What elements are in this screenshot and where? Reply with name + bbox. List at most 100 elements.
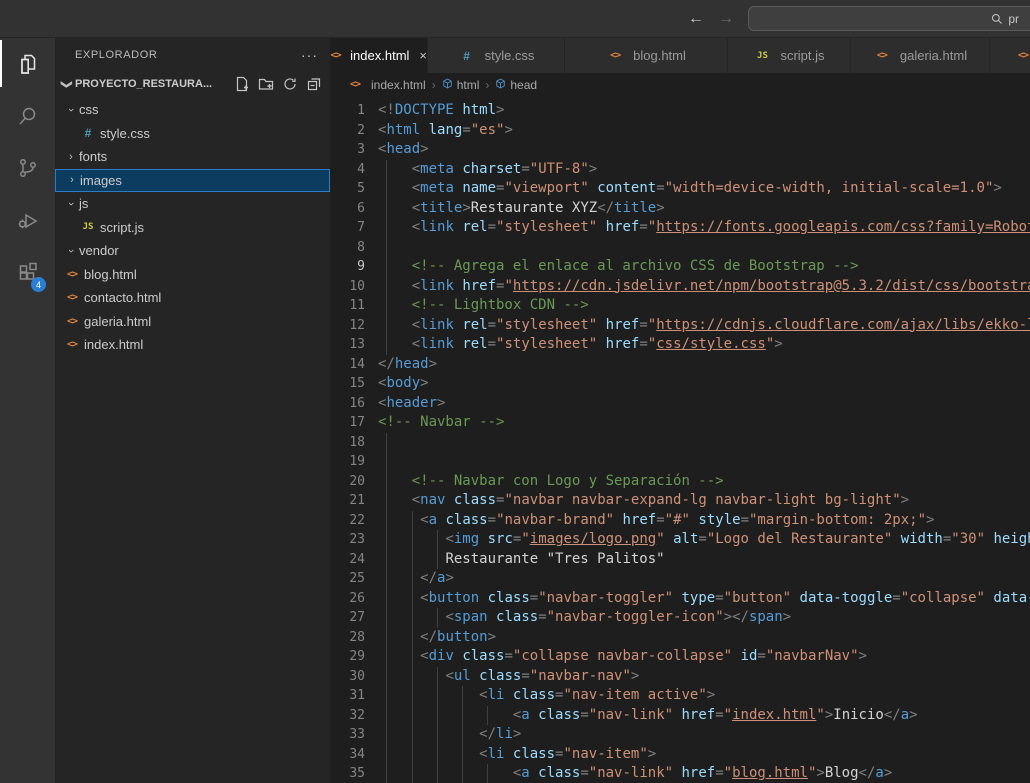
refresh-icon[interactable]: [282, 76, 298, 92]
activity-run-debug[interactable]: [0, 194, 55, 246]
code-line-30[interactable]: 30 <ul class="navbar-nav">: [330, 667, 1030, 687]
code-line-18[interactable]: 18: [330, 433, 1030, 453]
line-content: <button class="navbar-toggler" type="but…: [378, 589, 1030, 609]
indent-guide: [386, 491, 387, 511]
file-style-css[interactable]: #style.css: [55, 122, 330, 146]
indent-guide: [386, 725, 387, 745]
collapse-all-icon[interactable]: [306, 76, 322, 92]
folder-css[interactable]: ›css: [55, 98, 330, 122]
code-line-29[interactable]: 29 <div class="collapse navbar-collapse"…: [330, 647, 1030, 667]
indent-guide: [437, 725, 438, 745]
line-content: <span class="navbar-toggler-icon"></span…: [378, 608, 791, 628]
line-content: <link rel="stylesheet" href="https://cdn…: [378, 316, 1030, 336]
activity-explorer[interactable]: [0, 38, 55, 90]
code-line-6[interactable]: 6 <title>Restaurante XYZ</title>: [330, 199, 1030, 219]
code-line-32[interactable]: 32 <a class="nav-link" href="index.html"…: [330, 706, 1030, 726]
tree-item-label: images: [80, 173, 122, 188]
code-line-22[interactable]: 22 <a class="navbar-brand" href="#" styl…: [330, 511, 1030, 531]
symbol-cube-icon: [442, 78, 453, 92]
line-number: 22: [330, 511, 365, 531]
activity-search[interactable]: [0, 90, 55, 142]
code-line-21[interactable]: 21 <nav class="navbar navbar-expand-lg n…: [330, 491, 1030, 511]
more-actions-icon[interactable]: ···: [301, 47, 318, 63]
file-script-js[interactable]: JSscript.js: [55, 216, 330, 240]
code-line-8[interactable]: 8: [330, 238, 1030, 258]
code-line-3[interactable]: 3<head>: [330, 140, 1030, 160]
code-line-25[interactable]: 25 </a>: [330, 569, 1030, 589]
tab-style.css[interactable]: #style.css: [428, 38, 565, 73]
project-root-row[interactable]: ❯ PROYECTO_RESTAURA...: [55, 72, 330, 96]
file-index-html[interactable]: <>index.html: [55, 333, 330, 357]
folder-vendor[interactable]: ›vendor: [55, 239, 330, 263]
back-arrow-icon[interactable]: ←: [688, 10, 704, 28]
code-line-31[interactable]: 31 <li class="nav-item active">: [330, 686, 1030, 706]
code-line-34[interactable]: 34 <li class="nav-item">: [330, 745, 1030, 765]
html-file-icon: <>: [330, 50, 341, 61]
indent-guide: [386, 745, 387, 765]
code-line-2[interactable]: 2<html lang="es">: [330, 121, 1030, 141]
file-blog-html[interactable]: <>blog.html: [55, 263, 330, 287]
code-line-35[interactable]: 35 <a class="nav-link" href="blog.html">…: [330, 764, 1030, 783]
folder-images[interactable]: ›images: [55, 169, 330, 193]
file-contacto-html[interactable]: <>contacto.html: [55, 286, 330, 310]
new-file-icon[interactable]: [234, 76, 250, 92]
activity-source-control[interactable]: [0, 142, 55, 194]
tree-item-label: style.css: [100, 126, 150, 141]
code-line-24[interactable]: 24 Restaurante "Tres Palitos": [330, 550, 1030, 570]
new-folder-icon[interactable]: [258, 76, 274, 92]
tab-galeria.html[interactable]: <>galeria.html: [851, 38, 990, 73]
code-line-33[interactable]: 33 </li>: [330, 725, 1030, 745]
breadcrumb-item-head[interactable]: head: [495, 78, 537, 92]
code-line-15[interactable]: 15<body>: [330, 374, 1030, 394]
code-line-27[interactable]: 27 <span class="navbar-toggler-icon"></s…: [330, 608, 1030, 628]
indent-guide: [437, 764, 438, 783]
breadcrumb-item-html[interactable]: html: [442, 78, 480, 92]
code-line-17[interactable]: 17<!-- Navbar -->: [330, 413, 1030, 433]
chevron-right-icon: ›: [63, 151, 79, 163]
code-line-19[interactable]: 19: [330, 452, 1030, 472]
indent-guide: [437, 706, 438, 726]
code-line-16[interactable]: 16<header>: [330, 394, 1030, 414]
folder-js[interactable]: ›js: [55, 192, 330, 216]
code-line-7[interactable]: 7 <link rel="stylesheet" href="https://f…: [330, 218, 1030, 238]
code-line-4[interactable]: 4 <meta charset="UTF-8">: [330, 160, 1030, 180]
line-content: <meta charset="UTF-8">: [378, 160, 597, 180]
code-line-1[interactable]: 1<!DOCTYPE html>: [330, 101, 1030, 121]
command-center-search[interactable]: pr: [748, 6, 1030, 31]
code-line-12[interactable]: 12 <link rel="stylesheet" href="https://…: [330, 316, 1030, 336]
code-line-28[interactable]: 28 </button>: [330, 628, 1030, 648]
indent-guide: [412, 589, 413, 609]
code-line-10[interactable]: 10 <link href="https://cdn.jsdelivr.net/…: [330, 277, 1030, 297]
line-number: 34: [330, 745, 365, 765]
file-galeria-html[interactable]: <>galeria.html: [55, 310, 330, 334]
code-line-14[interactable]: 14</head>: [330, 355, 1030, 375]
tab-partial[interactable]: <>: [990, 38, 1030, 73]
activity-extensions[interactable]: 4: [0, 246, 55, 298]
html-file-icon: <>: [63, 316, 81, 327]
close-icon[interactable]: ×: [419, 48, 427, 63]
code-line-11[interactable]: 11 <!-- Lightbox CDN -->: [330, 296, 1030, 316]
search-icon: [991, 13, 1003, 25]
breadcrumb-separator: ›: [432, 78, 436, 92]
line-content: <!-- Navbar con Logo y Separación -->: [378, 472, 724, 492]
folder-fonts[interactable]: ›fonts: [55, 145, 330, 169]
project-name: PROYECTO_RESTAURA...: [75, 78, 234, 90]
code-line-13[interactable]: 13 <link rel="stylesheet" href="css/styl…: [330, 335, 1030, 355]
extensions-badge: 4: [31, 277, 46, 292]
indent-guide: [386, 628, 387, 648]
tab-index.html[interactable]: <>index.html×: [330, 38, 428, 73]
indent-guide: [487, 706, 488, 726]
indent-guide: [386, 589, 387, 609]
indent-guide: [437, 550, 438, 570]
code-line-20[interactable]: 20 <!-- Navbar con Logo y Separación -->: [330, 472, 1030, 492]
code-line-23[interactable]: 23 <img src="images/logo.png" alt="Logo …: [330, 530, 1030, 550]
indent-guide: [386, 647, 387, 667]
breadcrumb-item-index.html[interactable]: <>index.html: [346, 78, 426, 92]
tab-blog.html[interactable]: <>blog.html: [565, 38, 728, 73]
code-line-26[interactable]: 26 <button class="navbar-toggler" type="…: [330, 589, 1030, 609]
code-line-9[interactable]: 9 <!-- Agrega el enlace al archivo CSS d…: [330, 257, 1030, 277]
indent-guide: [412, 667, 413, 687]
code-line-5[interactable]: 5 <meta name="viewport" content="width=d…: [330, 179, 1030, 199]
tab-script.js[interactable]: JSscript.js: [728, 38, 851, 73]
code-editor[interactable]: 1<!DOCTYPE html>2<html lang="es">3<head>…: [330, 96, 1030, 783]
